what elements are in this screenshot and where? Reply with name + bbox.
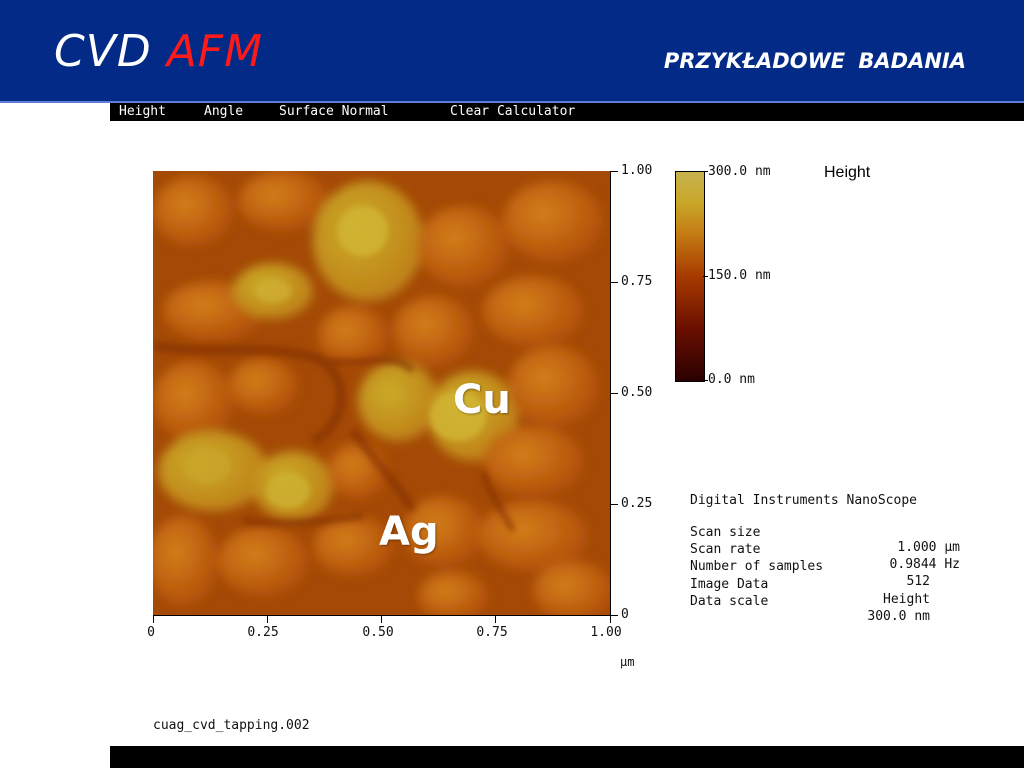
info-row: Data scale 300.0 nm bbox=[690, 579, 930, 624]
info-row: Image Data Height bbox=[690, 562, 930, 607]
menu-item-surface-normal[interactable]: Surface Normal bbox=[279, 103, 389, 121]
x-axis-unit: µm bbox=[620, 655, 635, 669]
x-tick-label: 0.75 bbox=[476, 625, 508, 640]
label-ag: Ag bbox=[379, 509, 439, 555]
colorbar-label-mid: 150.0 nm bbox=[708, 268, 771, 283]
menu-item-clear-calculator[interactable]: Clear Calculator bbox=[450, 103, 575, 121]
nanoscope-menu-bar: Height Angle Surface Normal Clear Calcul… bbox=[110, 103, 1024, 121]
info-header: Digital Instruments NanoScope bbox=[690, 493, 917, 508]
menu-item-height[interactable]: Height bbox=[119, 103, 166, 121]
x-tick bbox=[267, 615, 268, 623]
label-cu: Cu bbox=[453, 377, 511, 423]
colorbar-label-max: 300.0 nm bbox=[708, 164, 771, 179]
x-tick-label: 0 bbox=[147, 625, 155, 640]
info-row: Number of samples 512 bbox=[690, 544, 930, 589]
x-tick bbox=[153, 615, 154, 623]
height-colorbar bbox=[675, 171, 705, 382]
y-tick-label: 1.00 bbox=[621, 163, 653, 178]
y-tick bbox=[610, 615, 618, 616]
brand-title: CVD AFM bbox=[54, 26, 263, 78]
colorbar-title: Height bbox=[824, 164, 871, 181]
y-tick-label: 0 bbox=[621, 607, 629, 622]
x-tick bbox=[495, 615, 496, 623]
info-row: Scan rate 0.9844 Hz bbox=[690, 527, 960, 572]
info-value: 300.0 nm bbox=[867, 609, 930, 624]
file-name: cuag_cvd_tapping.002 bbox=[153, 718, 310, 733]
info-row: Scan size 1.000 µm bbox=[690, 510, 960, 555]
x-tick bbox=[610, 615, 611, 623]
slide-header: CVD AFM PRZYKŁADOWE BADANIA bbox=[0, 0, 1024, 103]
x-tick-label: 0.25 bbox=[247, 625, 279, 640]
x-tick-label: 0.50 bbox=[362, 625, 394, 640]
colorbar-label-min: 0.0 nm bbox=[708, 372, 755, 387]
section-title: PRZYKŁADOWE BADANIA bbox=[663, 49, 966, 73]
brand-title-cvd: CVD bbox=[54, 26, 152, 77]
info-key: Data scale bbox=[690, 594, 769, 609]
y-tick-label: 0.75 bbox=[621, 274, 653, 289]
x-axis-line bbox=[153, 615, 611, 616]
brand-title-afm: AFM bbox=[166, 26, 264, 77]
afm-height-image: Cu Ag bbox=[153, 171, 610, 615]
y-tick-label: 0.25 bbox=[621, 496, 653, 511]
y-tick bbox=[610, 282, 618, 283]
x-tick-label: 1.00 bbox=[590, 625, 622, 640]
y-tick bbox=[610, 171, 618, 172]
bottom-status-bar bbox=[110, 746, 1024, 768]
y-tick-label: 0.50 bbox=[621, 385, 653, 400]
y-tick bbox=[610, 504, 618, 505]
y-tick bbox=[610, 393, 618, 394]
x-tick bbox=[381, 615, 382, 623]
menu-item-angle[interactable]: Angle bbox=[204, 103, 243, 121]
